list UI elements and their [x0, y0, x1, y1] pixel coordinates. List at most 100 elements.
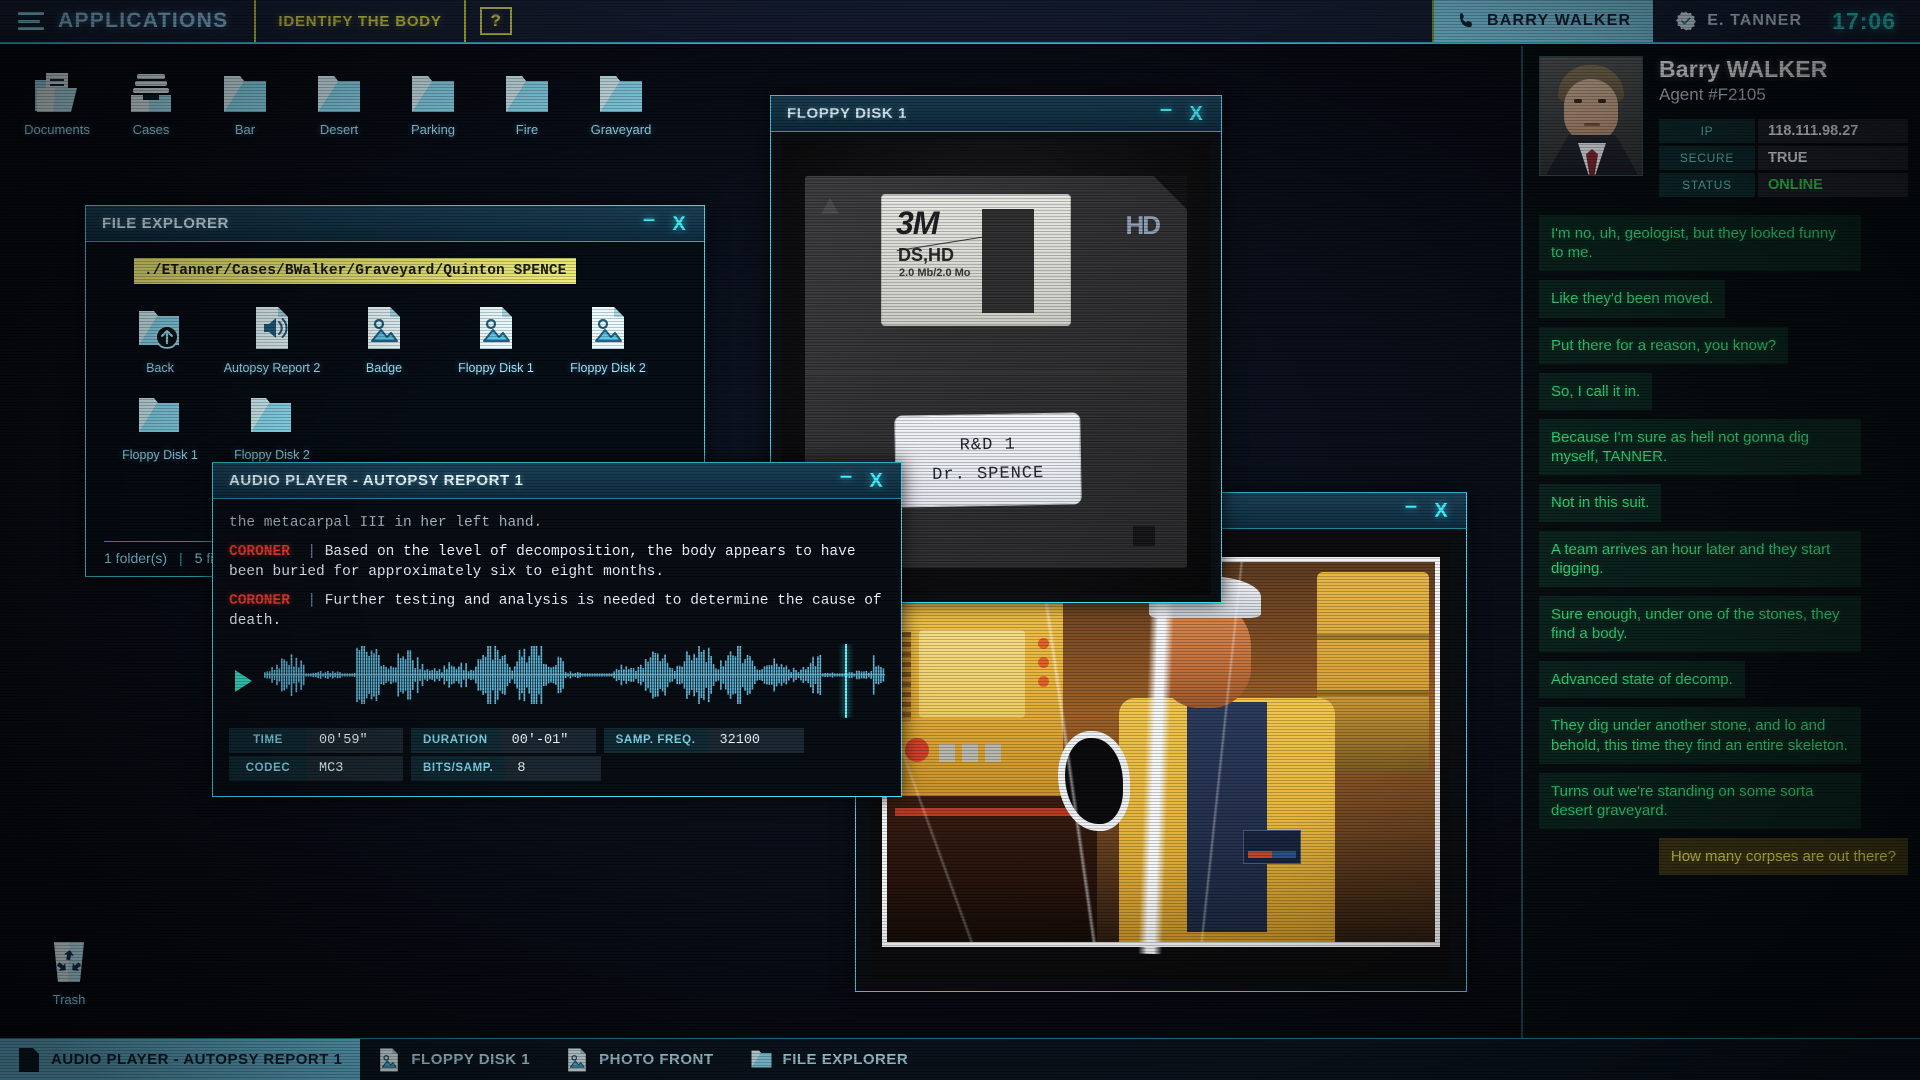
taskbar-item-floppy-disk-1[interactable]: FLOPPY DISK 1 — [360, 1039, 548, 1080]
applications-label: Applications — [58, 9, 229, 32]
photograph — [871, 540, 1451, 980]
meta-time: TIME 00'59" — [229, 727, 403, 753]
folder-icon — [750, 1047, 772, 1073]
floppy-disk-titlebar[interactable]: FLOPPY DISK 1 – X — [771, 96, 1221, 132]
desktop-icon-fire[interactable]: Fire — [480, 56, 574, 137]
taskbar-item-file-explorer[interactable]: FILE EXPLORER — [732, 1039, 927, 1080]
file-item-floppy-disk-2-folder[interactable]: Floppy Disk 2 — [216, 389, 328, 462]
floppy-seam — [805, 371, 1187, 373]
file-item-label: Back — [146, 361, 174, 375]
minimize-button[interactable]: – — [1151, 98, 1181, 129]
file-item-autopsy-report-2[interactable]: Autopsy Report 2 — [216, 302, 328, 375]
path-field[interactable]: ./ETanner/Cases/BWalker/Graveyard/Quinto… — [134, 258, 577, 284]
close-button[interactable]: X — [1426, 496, 1456, 526]
clock: 17:06 — [1832, 7, 1896, 34]
taskbar-item-audio-player[interactable]: AUDIO PLAYER - AUTOPSY REPORT 1 — [0, 1039, 361, 1080]
audio-player-body: the metacarpal III in her left hand. COR… — [213, 499, 901, 796]
meta-bits-per-sample: BITS/SAMP. 8 — [411, 755, 602, 781]
chat-message: Not in this suit. — [1539, 484, 1662, 522]
desktop-icon-documents[interactable]: Documents — [10, 56, 104, 137]
desktop-screen: Applications Identify the body ? BARRY W… — [0, 0, 1920, 1080]
cases-drawer-icon — [126, 62, 176, 116]
chat-message: Advanced state of decomp. — [1539, 661, 1745, 699]
minimize-button[interactable]: – — [634, 208, 664, 239]
floppy-label-line-2: Dr. SPENCE — [932, 463, 1045, 485]
desktop-icon-label: Bar — [234, 122, 256, 137]
agent-info-key: STATUS — [1659, 173, 1755, 197]
audio-player-titlebar[interactable]: AUDIO PLAYER - AUTOPSY REPORT 1 – X — [213, 463, 901, 499]
agent-info-row: STATUS ONLINE — [1659, 173, 1908, 197]
current-user[interactable]: E. TANNER — [1655, 0, 1822, 42]
meta-key: DURATION — [411, 727, 500, 753]
floppy-hd-mark: HD — [1125, 209, 1161, 240]
window-title: FLOPPY DISK 1 — [787, 105, 908, 122]
meta-key: BITS/SAMP. — [411, 755, 506, 781]
file-grid: Back Autopsy Report 2 Badge Floppy Disk … — [104, 302, 686, 476]
taskbar-item-photo-front[interactable]: PHOTO FRONT — [548, 1039, 731, 1080]
floppy-metal-shutter: 3M DS,HD 2.0 Mb/2.0 Mo — [881, 193, 1071, 326]
trash-label: Trash — [52, 992, 86, 1007]
agent-info-row: IP 118.111.98.27 — [1659, 119, 1908, 143]
desktop-icon-label: Desert — [319, 122, 359, 137]
file-item-badge[interactable]: Badge — [328, 302, 440, 375]
desktop-icon-cases[interactable]: Cases — [104, 56, 198, 137]
minimize-button[interactable]: – — [831, 465, 861, 496]
folder-icon — [596, 62, 646, 116]
file-item-floppy-disk-1-image[interactable]: Floppy Disk 1 — [440, 302, 552, 375]
transcript-line: CORONER | Further testing and analysis i… — [229, 591, 885, 632]
player-controls-row — [229, 643, 885, 718]
file-item-back[interactable]: Back — [104, 302, 216, 375]
folder-icon — [314, 62, 364, 116]
meta-key: CODEC — [229, 755, 307, 781]
image-file-icon — [476, 302, 516, 354]
folder-icon — [248, 389, 296, 441]
objective-label: Identify the body — [256, 0, 466, 42]
floppy-insert-arrow-icon — [821, 197, 839, 214]
file-item-floppy-disk-1-folder[interactable]: Floppy Disk 1 — [104, 389, 216, 462]
meta-duration: DURATION 00'-01" — [411, 727, 596, 753]
file-item-floppy-disk-2-image[interactable]: Floppy Disk 2 — [552, 302, 664, 375]
agent-card: Barry WALKER Agent #F2105 IP 118.111.98.… — [1539, 56, 1908, 197]
file-item-label: Floppy Disk 2 — [234, 448, 310, 462]
help-button[interactable]: ? — [479, 7, 512, 35]
chat-message: They dig under another stone, and lo and… — [1539, 707, 1861, 764]
floppy-write-protect-hole — [1133, 525, 1155, 546]
applications-menu-button[interactable]: Applications — [0, 0, 257, 42]
close-button[interactable]: X — [664, 209, 694, 239]
desktop-icon-trash[interactable]: Trash — [22, 938, 116, 1007]
playhead[interactable] — [844, 643, 847, 718]
active-contact-button[interactable]: BARRY WALKER — [1432, 0, 1656, 42]
taskbar-item-label: FILE EXPLORER — [782, 1051, 909, 1068]
image-file-icon — [364, 302, 404, 354]
desktop-icon-bar[interactable]: Bar — [198, 56, 292, 137]
meta-codec: CODEC MC3 — [229, 755, 403, 781]
file-item-label: Floppy Disk 1 — [458, 361, 534, 375]
transcript-line: the metacarpal III in her left hand. — [229, 513, 885, 534]
desktop-icon-label: Documents — [24, 122, 90, 137]
waveform-graphic — [264, 645, 885, 704]
transcript-text: the metacarpal III in her left hand. — [229, 515, 543, 531]
desktop-icon-graveyard[interactable]: Graveyard — [574, 56, 668, 137]
status-separator: | — [179, 550, 183, 566]
folder-count: 1 folder(s) — [104, 550, 168, 566]
desktop-icon-row: Documents Cases Bar Desert Parking Fire … — [10, 56, 668, 137]
floppy-format: DS,HD — [898, 244, 955, 265]
chat-message: Because I'm sure as hell not gonna dig m… — [1539, 418, 1861, 476]
desktop-icon-label: Fire — [515, 122, 539, 137]
desktop-icon-parking[interactable]: Parking — [386, 56, 480, 137]
close-button[interactable]: X — [861, 466, 891, 496]
chat-log: I'm no, uh, geologist, but they looked f… — [1539, 215, 1908, 876]
contact-sidebar: Barry WALKER Agent #F2105 IP 118.111.98.… — [1521, 46, 1920, 1040]
waveform-scrubber[interactable] — [264, 643, 885, 718]
close-button[interactable]: X — [1181, 99, 1211, 129]
chat-reply-option[interactable]: How many corpses are out there? — [1658, 838, 1908, 876]
minimize-button[interactable]: – — [1396, 495, 1426, 526]
play-icon[interactable] — [235, 669, 252, 692]
transcript-speaker: CORONER — [229, 543, 290, 560]
desktop-icon-desert[interactable]: Desert — [292, 56, 386, 137]
chat-message: A team arrives an hour later and they st… — [1539, 530, 1861, 587]
image-file-icon — [378, 1047, 400, 1073]
audio-player-window[interactable]: AUDIO PLAYER - AUTOPSY REPORT 1 – X the … — [212, 462, 902, 797]
file-explorer-titlebar[interactable]: FILE EXPLORER – X — [86, 206, 704, 242]
floppy-paper-label: R&D 1 Dr. SPENCE — [894, 411, 1082, 508]
